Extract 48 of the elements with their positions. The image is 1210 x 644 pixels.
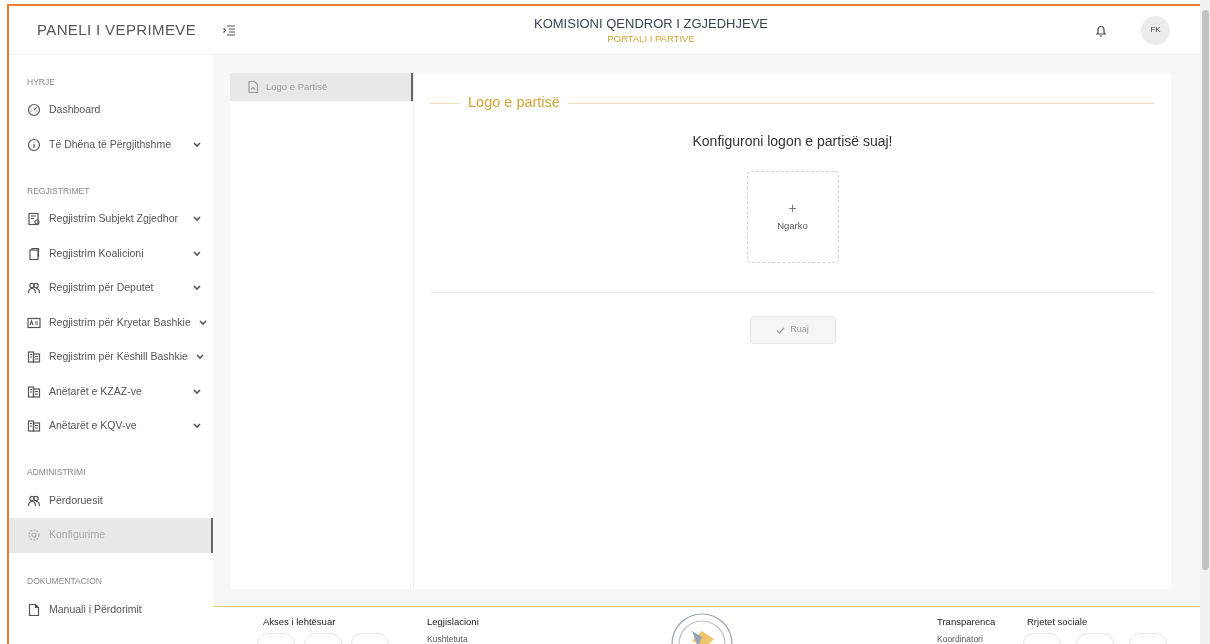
users-icon: [27, 493, 41, 508]
info-icon: [27, 137, 41, 152]
footer-heading: Rrjetet sociale: [1027, 615, 1089, 629]
dashboard-icon: [27, 103, 41, 118]
sidebar-item[interactable]: Anëtarët e KQV-ve: [9, 409, 213, 444]
sidebar-item[interactable]: Përdoruesit: [9, 483, 213, 518]
menu-button[interactable]: [223, 23, 237, 37]
check-icon: [776, 326, 786, 334]
settings-icon: [27, 528, 41, 543]
footer-link[interactable]: Kushtetuta: [427, 634, 647, 644]
sidebar-item[interactable]: Regjistrim për Kryetar Bashkie: [9, 305, 213, 340]
footer-heading: Akses i lehtësuar: [263, 615, 337, 629]
upload-button[interactable]: + Ngarko: [746, 171, 839, 263]
sidebar-item[interactable]: Anëtarët e KZAZ-ve: [9, 374, 213, 409]
site-title: KOMISIONI QENDROR I ZGJEDHJEVE: [534, 14, 768, 32]
avatar[interactable]: FK: [1141, 15, 1170, 45]
footer-link[interactable]: Koordinatori: [937, 634, 983, 644]
sidebar-item[interactable]: Regjistrim për Deputet: [9, 271, 213, 306]
section-legend: Logo e partisë: [468, 92, 560, 114]
scrollbar[interactable]: [1200, 0, 1210, 644]
notifications-button[interactable]: [1095, 23, 1109, 37]
brand-title: PANELI I VEPRIMEVE: [37, 19, 197, 40]
section-title: HYRJE: [26, 75, 56, 89]
sidebar-item[interactable]: Regjistrim Subjekt Zgjedhor: [9, 202, 213, 237]
menu-icon: [223, 24, 235, 36]
footer-heading: Transparenca: [937, 615, 997, 629]
section-title: ADMINISTRIMI: [26, 466, 87, 480]
sidebar-item[interactable]: Regjistrim Koalicioni: [9, 236, 213, 271]
building-icon: [27, 350, 41, 365]
sidebar-item[interactable]: Të Dhëna të Përgjithshme: [9, 127, 213, 162]
bell-icon: [1095, 23, 1107, 37]
building-icon: [27, 384, 41, 399]
heading: Konfiguroni logon e partisë suaj!: [692, 132, 893, 151]
users-icon: [27, 281, 41, 296]
footer-heading: Legjislacioni: [427, 615, 480, 629]
site-subtitle: PORTALI I PARTIVE: [607, 31, 695, 46]
sidebar-item[interactable]: Dashboard: [9, 93, 213, 128]
sidebar-item[interactable]: Regjistrim për Këshill Bashkie: [9, 340, 213, 375]
sidebar-item[interactable]: Manuali i Përdorimit: [9, 592, 213, 627]
section-title: REGJISTRIMET: [26, 184, 91, 198]
file-image-icon: [248, 81, 258, 93]
copy-icon: [27, 246, 41, 261]
id-card-icon: [27, 315, 41, 330]
form-icon: [27, 212, 41, 227]
document-icon: [27, 602, 41, 617]
section-title: DOKUMENTACION: [26, 575, 103, 589]
building-icon: [27, 419, 41, 434]
seal-drawing: [670, 611, 734, 644]
